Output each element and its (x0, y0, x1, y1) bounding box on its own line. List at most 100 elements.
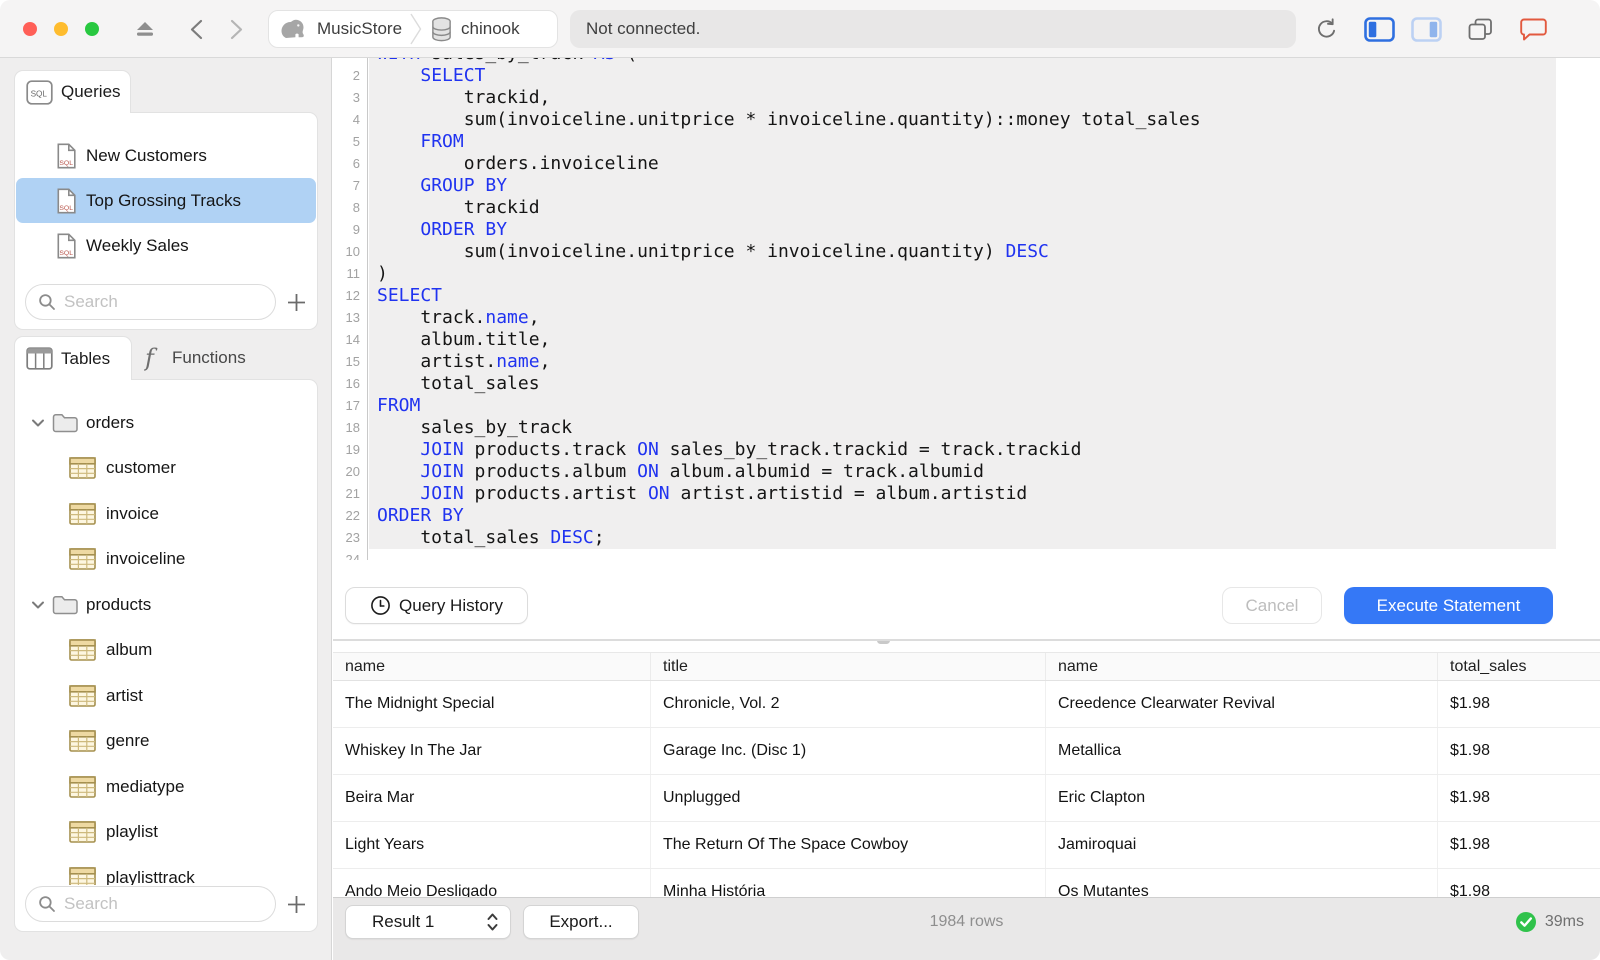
forward-button[interactable] (230, 19, 243, 40)
column-header-total-sales[interactable]: total_sales (1438, 653, 1600, 680)
add-table-button[interactable] (281, 889, 311, 919)
queries-list: SQL New Customers SQL Top Grossing Tracks SQ… (15, 113, 317, 268)
close-window-button[interactable] (23, 22, 37, 36)
code-line: sum(invoiceline.unitprice * invoiceline.… (369, 241, 1556, 263)
line-number: 3 (352, 90, 360, 105)
minimize-window-button[interactable] (54, 22, 68, 36)
tree-table-label: playlisttrack (106, 867, 195, 885)
sql-file-icon: SQL (56, 188, 77, 214)
result-cell[interactable]: Jamiroquai (1046, 822, 1438, 868)
add-query-button[interactable] (281, 287, 311, 317)
tree-table-invoice[interactable]: invoice (15, 491, 317, 537)
feedback-chat-button[interactable] (1519, 17, 1548, 42)
query-item-top-grossing-tracks[interactable]: SQL Top Grossing Tracks (16, 178, 316, 223)
breadcrumb-database[interactable]: chinook (461, 19, 520, 39)
tree-table-customer[interactable]: customer (15, 446, 317, 492)
result-cell[interactable]: Eric Clapton (1046, 775, 1438, 821)
result-selector-label: Result 1 (372, 912, 435, 931)
queries-search-input[interactable] (64, 292, 263, 312)
toggle-right-sidebar-button[interactable] (1411, 17, 1442, 42)
query-history-button[interactable]: Query History (345, 587, 528, 624)
result-cell[interactable]: $1.98 (1438, 822, 1600, 868)
cancel-button[interactable]: Cancel (1222, 587, 1322, 624)
result-cell[interactable]: $1.98 (1438, 869, 1600, 897)
tree-table-artist[interactable]: artist (15, 673, 317, 719)
result-cell[interactable]: Garage Inc. (Disc 1) (651, 728, 1046, 774)
tree-table-genre[interactable]: genre (15, 719, 317, 765)
line-number: 17 (345, 398, 360, 413)
results-body: The Midnight Special Chronicle, Vol. 2 Cre… (333, 681, 1600, 897)
table-icon (69, 548, 96, 571)
eject-icon[interactable] (134, 20, 156, 38)
column-header-name[interactable]: name (1046, 653, 1438, 680)
chevron-down-icon (31, 600, 45, 610)
export-button[interactable]: Export... (523, 905, 639, 939)
tab-functions-label: Functions (172, 348, 246, 367)
result-cell[interactable]: Creedence Clearwater Revival (1046, 681, 1438, 727)
export-label: Export... (549, 912, 613, 931)
code-area[interactable]: WITH sales_by_track AS ( SELECT trackid,… (369, 58, 1600, 560)
connection-status: Not connected. (570, 10, 1296, 48)
breadcrumb-server[interactable]: MusicStore (317, 19, 402, 39)
queries-panel: SQL New Customers SQL Top Grossing Tracks SQ… (14, 112, 318, 330)
query-item-new-customers[interactable]: SQL New Customers (16, 133, 316, 178)
result-cell[interactable]: Unplugged (651, 775, 1046, 821)
code-line: FROM (369, 395, 1556, 417)
query-item-weekly-sales[interactable]: SQL Weekly Sales (16, 223, 316, 268)
result-row[interactable]: The Midnight Special Chronicle, Vol. 2 Cre… (333, 681, 1600, 728)
tab-functions[interactable]: ƒ Functions (144, 336, 246, 380)
toggle-left-sidebar-button[interactable] (1364, 17, 1395, 42)
result-cell[interactable]: $1.98 (1438, 775, 1600, 821)
line-number: 16 (345, 376, 360, 391)
sql-editor[interactable]: 123456789101112131415161718192021222324 … (333, 58, 1600, 560)
result-cell[interactable]: The Return Of The Space Cowboy (651, 822, 1046, 868)
table-icon (69, 775, 96, 798)
tables-search-input[interactable] (64, 894, 263, 914)
column-header-name[interactable]: name (333, 653, 651, 680)
tree-table-mediatype[interactable]: mediatype (15, 764, 317, 810)
result-cell[interactable]: Whiskey In The Jar (333, 728, 651, 774)
result-cell[interactable]: Os Mutantes (1046, 869, 1438, 897)
table-icon (69, 502, 96, 525)
windows-button[interactable] (1467, 17, 1494, 42)
code-line: ORDER BY (369, 219, 1556, 241)
result-row[interactable]: Beira Mar Unplugged Eric Clapton $1.98 (333, 775, 1600, 822)
tab-tables[interactable]: Tables (14, 336, 132, 380)
results-panel: name title name total_sales The Midnight Sp… (333, 640, 1600, 897)
sql-badge-icon: SQL (26, 79, 53, 105)
tree-table-album[interactable]: album (15, 628, 317, 674)
result-selector[interactable]: Result 1 (345, 905, 511, 939)
query-duration: 39ms (1544, 913, 1584, 930)
result-row[interactable]: Light Years The Return Of The Space Cowbo… (333, 822, 1600, 869)
result-cell[interactable]: Light Years (333, 822, 651, 868)
result-cell[interactable]: Metallica (1046, 728, 1438, 774)
table-icon (69, 639, 96, 662)
code-line: track.name, (369, 307, 1556, 329)
result-cell[interactable]: Beira Mar (333, 775, 651, 821)
result-row[interactable]: Whiskey In The Jar Garage Inc. (Disc 1) Me… (333, 728, 1600, 775)
splitter-drag-handle[interactable] (876, 641, 890, 644)
result-cell[interactable]: $1.98 (1438, 681, 1600, 727)
column-header-title[interactable]: title (651, 653, 1046, 680)
result-row[interactable]: Ando Meio Desligado Minha História Os Muta… (333, 869, 1600, 897)
tab-queries[interactable]: SQL Queries (14, 70, 131, 113)
result-cell[interactable]: Ando Meio Desligado (333, 869, 651, 897)
result-cell[interactable]: Chronicle, Vol. 2 (651, 681, 1046, 727)
result-cell[interactable]: Minha História (651, 869, 1046, 897)
zoom-window-button[interactable] (85, 22, 99, 36)
back-button[interactable] (190, 19, 203, 40)
code-line: trackid, (369, 87, 1556, 109)
chevron-down-icon (31, 418, 45, 428)
result-cell[interactable]: The Midnight Special (333, 681, 651, 727)
result-cell[interactable]: $1.98 (1438, 728, 1600, 774)
editor-action-row: Query History Cancel Execute Statement (333, 560, 1600, 640)
tree-folder-products[interactable]: products (15, 582, 317, 628)
queries-search[interactable] (25, 284, 276, 320)
execute-statement-button[interactable]: Execute Statement (1344, 587, 1553, 624)
refresh-button[interactable] (1314, 17, 1339, 42)
tree-table-playlisttrack[interactable]: playlisttrack (15, 855, 317, 885)
tables-search[interactable] (25, 886, 276, 922)
tree-table-playlist[interactable]: playlist (15, 810, 317, 856)
tree-folder-orders[interactable]: orders (15, 400, 317, 446)
tree-table-invoiceline[interactable]: invoiceline (15, 537, 317, 583)
